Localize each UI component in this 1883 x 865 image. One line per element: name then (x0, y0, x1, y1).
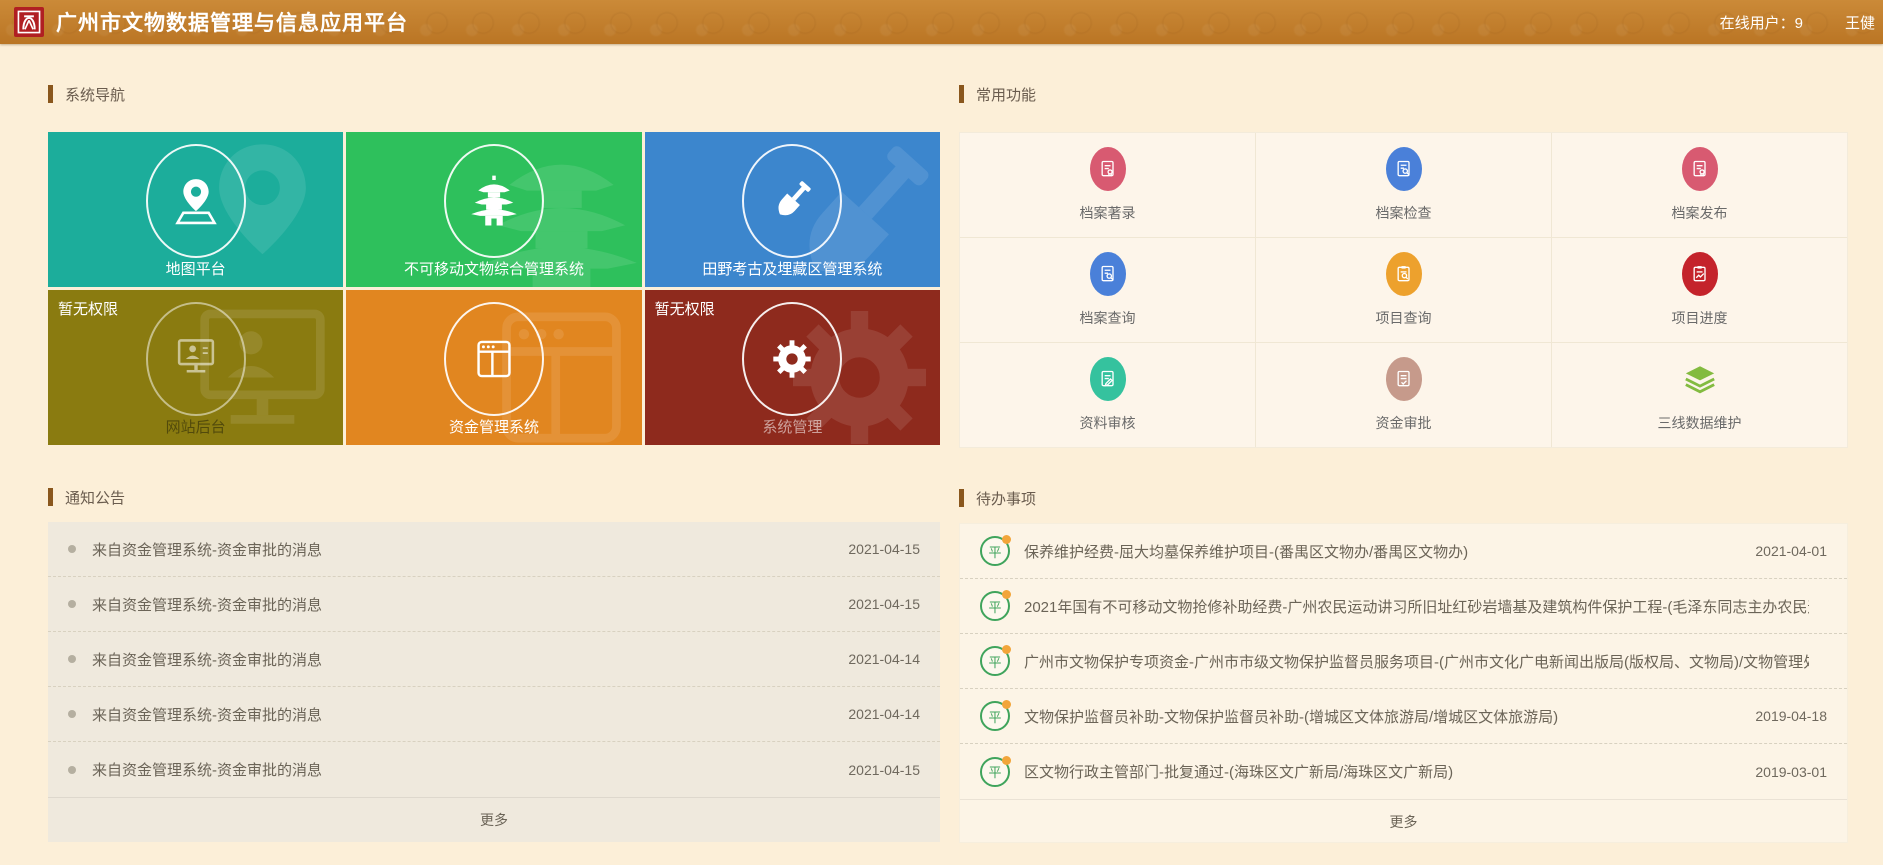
bullet-icon (68, 766, 76, 774)
doc-edit-icon (1090, 357, 1126, 401)
todo-list-item[interactable]: 平 2021年国有不可移动文物抢修补助经费-广州农民运动讲习所旧址红砂岩墙基及建… (960, 579, 1847, 634)
todo-list-item[interactable]: 平 保养维护经费-屈大均墓保养维护项目-(番禺区文物办/番禺区文物办) 2021… (960, 524, 1847, 579)
bullet-icon (68, 710, 76, 718)
page-title: 广州市文物数据管理与信息应用平台 (56, 7, 408, 37)
header-bar: 广州市文物数据管理与信息应用平台 在线用户：9 王健 (0, 0, 1883, 44)
todo-date: 2021-04-01 (1755, 543, 1827, 559)
nav-tiles-grid: 地图平台 (48, 132, 940, 445)
nav-tile-label: 地图平台 (166, 258, 226, 279)
ping-badge-icon: 平 (980, 646, 1010, 676)
function-3d-data-maintenance[interactable]: 三线数据维护 (1552, 343, 1847, 447)
site-logo-icon (14, 7, 44, 37)
header-right: 在线用户：9 王健 (1720, 12, 1883, 33)
pagoda-icon (444, 144, 544, 258)
function-archive-cataloging[interactable]: 档案著录 (960, 133, 1255, 237)
functions-grid: 档案著录 档案检查 档案发布 (959, 132, 1848, 448)
notice-list-item[interactable]: 来自资金管理系统-资金审批的消息 2021-04-15 (48, 742, 940, 797)
layers-icon (1682, 357, 1718, 401)
clipboard-progress-icon (1682, 252, 1718, 296)
ping-badge-icon: 平 (980, 757, 1010, 787)
notices-more-button[interactable]: 更多 (48, 797, 940, 842)
right-column: 常用功能 档案著录 档案检查 (959, 44, 1848, 843)
clipboard-magnifier-icon (1386, 252, 1422, 296)
bullet-icon (68, 600, 76, 608)
nav-tile-system-management[interactable]: 暂无权限 (645, 290, 940, 445)
section-title-bar (48, 488, 53, 506)
functions-section-title: 常用功能 (959, 84, 1848, 104)
ping-badge-icon: 平 (980, 701, 1010, 731)
section-title-bar (959, 489, 964, 507)
nav-section-title: 系统导航 (48, 84, 940, 104)
no-permission-label: 暂无权限 (655, 298, 715, 319)
nav-tile-label: 田野考古及埋藏区管理系统 (702, 258, 882, 279)
nav-tile-label: 不可移动文物综合管理系统 (404, 258, 584, 279)
page: 广州市文物数据管理与信息应用平台 在线用户：9 王健 系统导航 (0, 0, 1883, 865)
left-column: 系统导航 地图平台 (48, 44, 940, 842)
function-material-review[interactable]: 资料审核 (960, 343, 1255, 447)
todo-list-item[interactable]: 平 文物保护监督员补助-文物保护监督员补助-(增城区文体旅游局/增城区文体旅游局… (960, 689, 1847, 744)
nav-tile-label: 系统管理 (762, 416, 822, 437)
notice-list-item[interactable]: 来自资金管理系统-资金审批的消息 2021-04-15 (48, 522, 940, 577)
bullet-icon (68, 545, 76, 553)
todos-section-title: 待办事项 (959, 488, 1848, 508)
function-project-query[interactable]: 项目查询 (1256, 238, 1551, 342)
doc-magnifier-icon (1090, 252, 1126, 296)
nav-tile-website-backend[interactable]: 暂无权限 (48, 290, 343, 445)
notice-date: 2021-04-14 (848, 706, 920, 722)
function-archive-query[interactable]: 档案查询 (960, 238, 1255, 342)
todos-panel: 平 保养维护经费-屈大均墓保养维护项目-(番禺区文物办/番禺区文物办) 2021… (959, 523, 1848, 843)
ping-badge-icon: 平 (980, 536, 1010, 566)
shovel-icon (742, 144, 842, 258)
section-title-bar (48, 85, 53, 103)
notice-date: 2021-04-14 (848, 651, 920, 667)
nav-tile-label: 网站后台 (166, 416, 226, 437)
notice-list-item[interactable]: 来自资金管理系统-资金审批的消息 2021-04-15 (48, 577, 940, 632)
nav-tile-map-platform[interactable]: 地图平台 (48, 132, 343, 287)
map-pin-icon (146, 144, 246, 258)
nav-tile-funds-management-system[interactable]: 资金管理系统 (346, 290, 641, 445)
todo-list-item[interactable]: 平 区文物行政主管部门-批复通过-(海珠区文广新局/海珠区文广新局) 2019-… (960, 744, 1847, 799)
nav-tile-field-archaeology-system[interactable]: 田野考古及埋藏区管理系统 (645, 132, 940, 287)
todo-date: 2019-04-18 (1755, 708, 1827, 724)
browser-window-icon (444, 302, 544, 416)
notice-date: 2021-04-15 (848, 762, 920, 778)
notices-section-title: 通知公告 (48, 487, 940, 507)
notice-list-item[interactable]: 来自资金管理系统-资金审批的消息 2021-04-14 (48, 632, 940, 687)
nav-tile-label: 资金管理系统 (449, 416, 539, 437)
doc-magnifier-icon (1386, 147, 1422, 191)
nav-tile-immovable-relics-system[interactable]: 不可移动文物综合管理系统 (346, 132, 641, 287)
todos-more-button[interactable]: 更多 (960, 799, 1847, 844)
section-title-bar (959, 85, 964, 103)
todo-date: 2019-03-01 (1755, 764, 1827, 780)
bullet-icon (68, 655, 76, 663)
monitor-user-icon (146, 302, 246, 416)
current-user[interactable]: 王健 (1845, 12, 1875, 33)
function-funds-approval[interactable]: 资金审批 (1256, 343, 1551, 447)
function-archive-check[interactable]: 档案检查 (1256, 133, 1551, 237)
doc-seal-icon (1090, 147, 1126, 191)
notices-panel: 来自资金管理系统-资金审批的消息 2021-04-15 来自资金管理系统-资金审… (48, 522, 940, 842)
notice-date: 2021-04-15 (848, 541, 920, 557)
gear-icon (742, 302, 842, 416)
doc-approve-icon (1386, 357, 1422, 401)
function-archive-publish[interactable]: 档案发布 (1552, 133, 1847, 237)
function-project-progress[interactable]: 项目进度 (1552, 238, 1847, 342)
notice-list-item[interactable]: 来自资金管理系统-资金审批的消息 2021-04-14 (48, 687, 940, 742)
doc-seal-icon (1682, 147, 1718, 191)
notice-date: 2021-04-15 (848, 596, 920, 612)
no-permission-label: 暂无权限 (58, 298, 118, 319)
ping-badge-icon: 平 (980, 591, 1010, 621)
online-users-count: 在线用户：9 (1720, 12, 1803, 33)
todo-list-item[interactable]: 平 广州市文物保护专项资金-广州市市级文物保护监督员服务项目-(广州市文化广电新… (960, 634, 1847, 689)
